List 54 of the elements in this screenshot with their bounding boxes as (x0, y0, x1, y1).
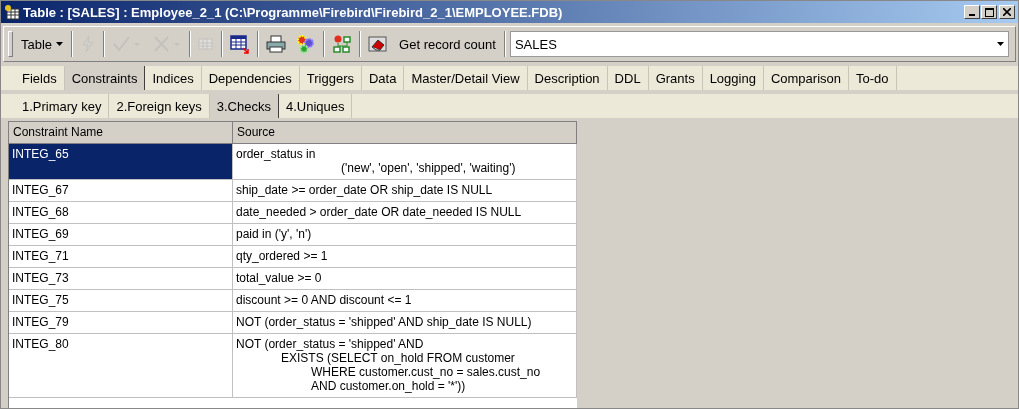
tab[interactable]: Comparison (763, 66, 849, 90)
tab[interactable]: Fields (15, 66, 65, 90)
table-cell[interactable]: INTEG_80 (9, 334, 233, 398)
subtab[interactable]: 3.Checks (209, 94, 279, 118)
table-cell[interactable]: INTEG_65 (9, 144, 233, 180)
printer-icon[interactable] (266, 35, 287, 53)
tab[interactable]: Triggers (299, 66, 362, 90)
tab[interactable]: Master/Detail View (404, 66, 528, 90)
maximize-button[interactable] (981, 5, 997, 19)
table-cell: qty_ordered >= 1 (233, 246, 577, 268)
caret-icon[interactable] (997, 42, 1004, 46)
table-cell[interactable]: INTEG_75 (9, 290, 233, 312)
tree-icon[interactable] (332, 34, 353, 54)
caret-icon (56, 42, 64, 46)
table-cell: NOT (order_status = 'shipped' AND ship_date IS NULL) (233, 312, 577, 334)
table-cell[interactable]: INTEG_69 (9, 224, 233, 246)
get-record-count-button[interactable]: Get record count (395, 33, 500, 55)
close-icon (1003, 8, 1011, 16)
column-header[interactable]: Source (233, 122, 577, 144)
table-cell[interactable]: INTEG_79 (9, 312, 233, 334)
tab[interactable]: Indices (145, 66, 202, 90)
tab[interactable]: Dependencies (201, 66, 300, 90)
tab[interactable]: Grants (648, 66, 703, 90)
maximize-icon (984, 7, 994, 17)
minimize-button[interactable] (964, 5, 980, 19)
tab[interactable]: To-do (849, 66, 897, 90)
table-cell: NOT (order_status = 'shipped' AND EXISTS (SELECT on_hold FROM customer WHERE customer.cust_no = sales.cust_no AND customer.on_hold = '*')) (233, 334, 577, 398)
eraser-icon[interactable] (368, 35, 389, 53)
close-button[interactable] (999, 5, 1015, 19)
table-cell: total_value >= 0 (233, 268, 577, 290)
table-cell[interactable]: INTEG_73 (9, 268, 233, 290)
table-cell: discount >= 0 AND discount <= 1 (233, 290, 577, 312)
tab[interactable]: Constraints (64, 66, 146, 90)
window-title: Table : [SALES] : Employee_2_1 (C:\Programme\Firebird\Firebird_2_1\EMPLOYEE.FDB) (23, 4, 564, 20)
tab[interactable]: Description (527, 66, 608, 90)
table-cell: paid in ('y', 'n') (233, 224, 577, 246)
subtab[interactable]: 4.Uniques (278, 94, 353, 118)
subtab[interactable]: 2.Foreign keys (109, 94, 210, 118)
gears-icon[interactable] (296, 34, 317, 54)
table-cell[interactable]: INTEG_71 (9, 246, 233, 268)
grid-export-icon[interactable] (230, 34, 251, 54)
table-cell: date_needed > order_date OR date_needed IS NULL (233, 202, 577, 224)
table-cell: order_status in ('new', 'open', 'shipped', 'waiting') (233, 144, 577, 180)
table-cell[interactable]: INTEG_67 (9, 180, 233, 202)
table-select[interactable]: SALES (509, 31, 1009, 57)
table-cell[interactable]: INTEG_68 (9, 202, 233, 224)
tab[interactable]: Logging (702, 66, 764, 90)
table-menu-button[interactable]: Table (17, 33, 68, 55)
tab[interactable]: DDL (607, 66, 649, 90)
table-cell: ship_date >= order_date OR ship_date IS NULL (233, 180, 577, 202)
column-header[interactable]: Constraint Name (9, 122, 233, 144)
tab[interactable]: Data (361, 66, 405, 90)
table-icon (4, 4, 20, 20)
subtab[interactable]: 1.Primary key (15, 94, 110, 118)
